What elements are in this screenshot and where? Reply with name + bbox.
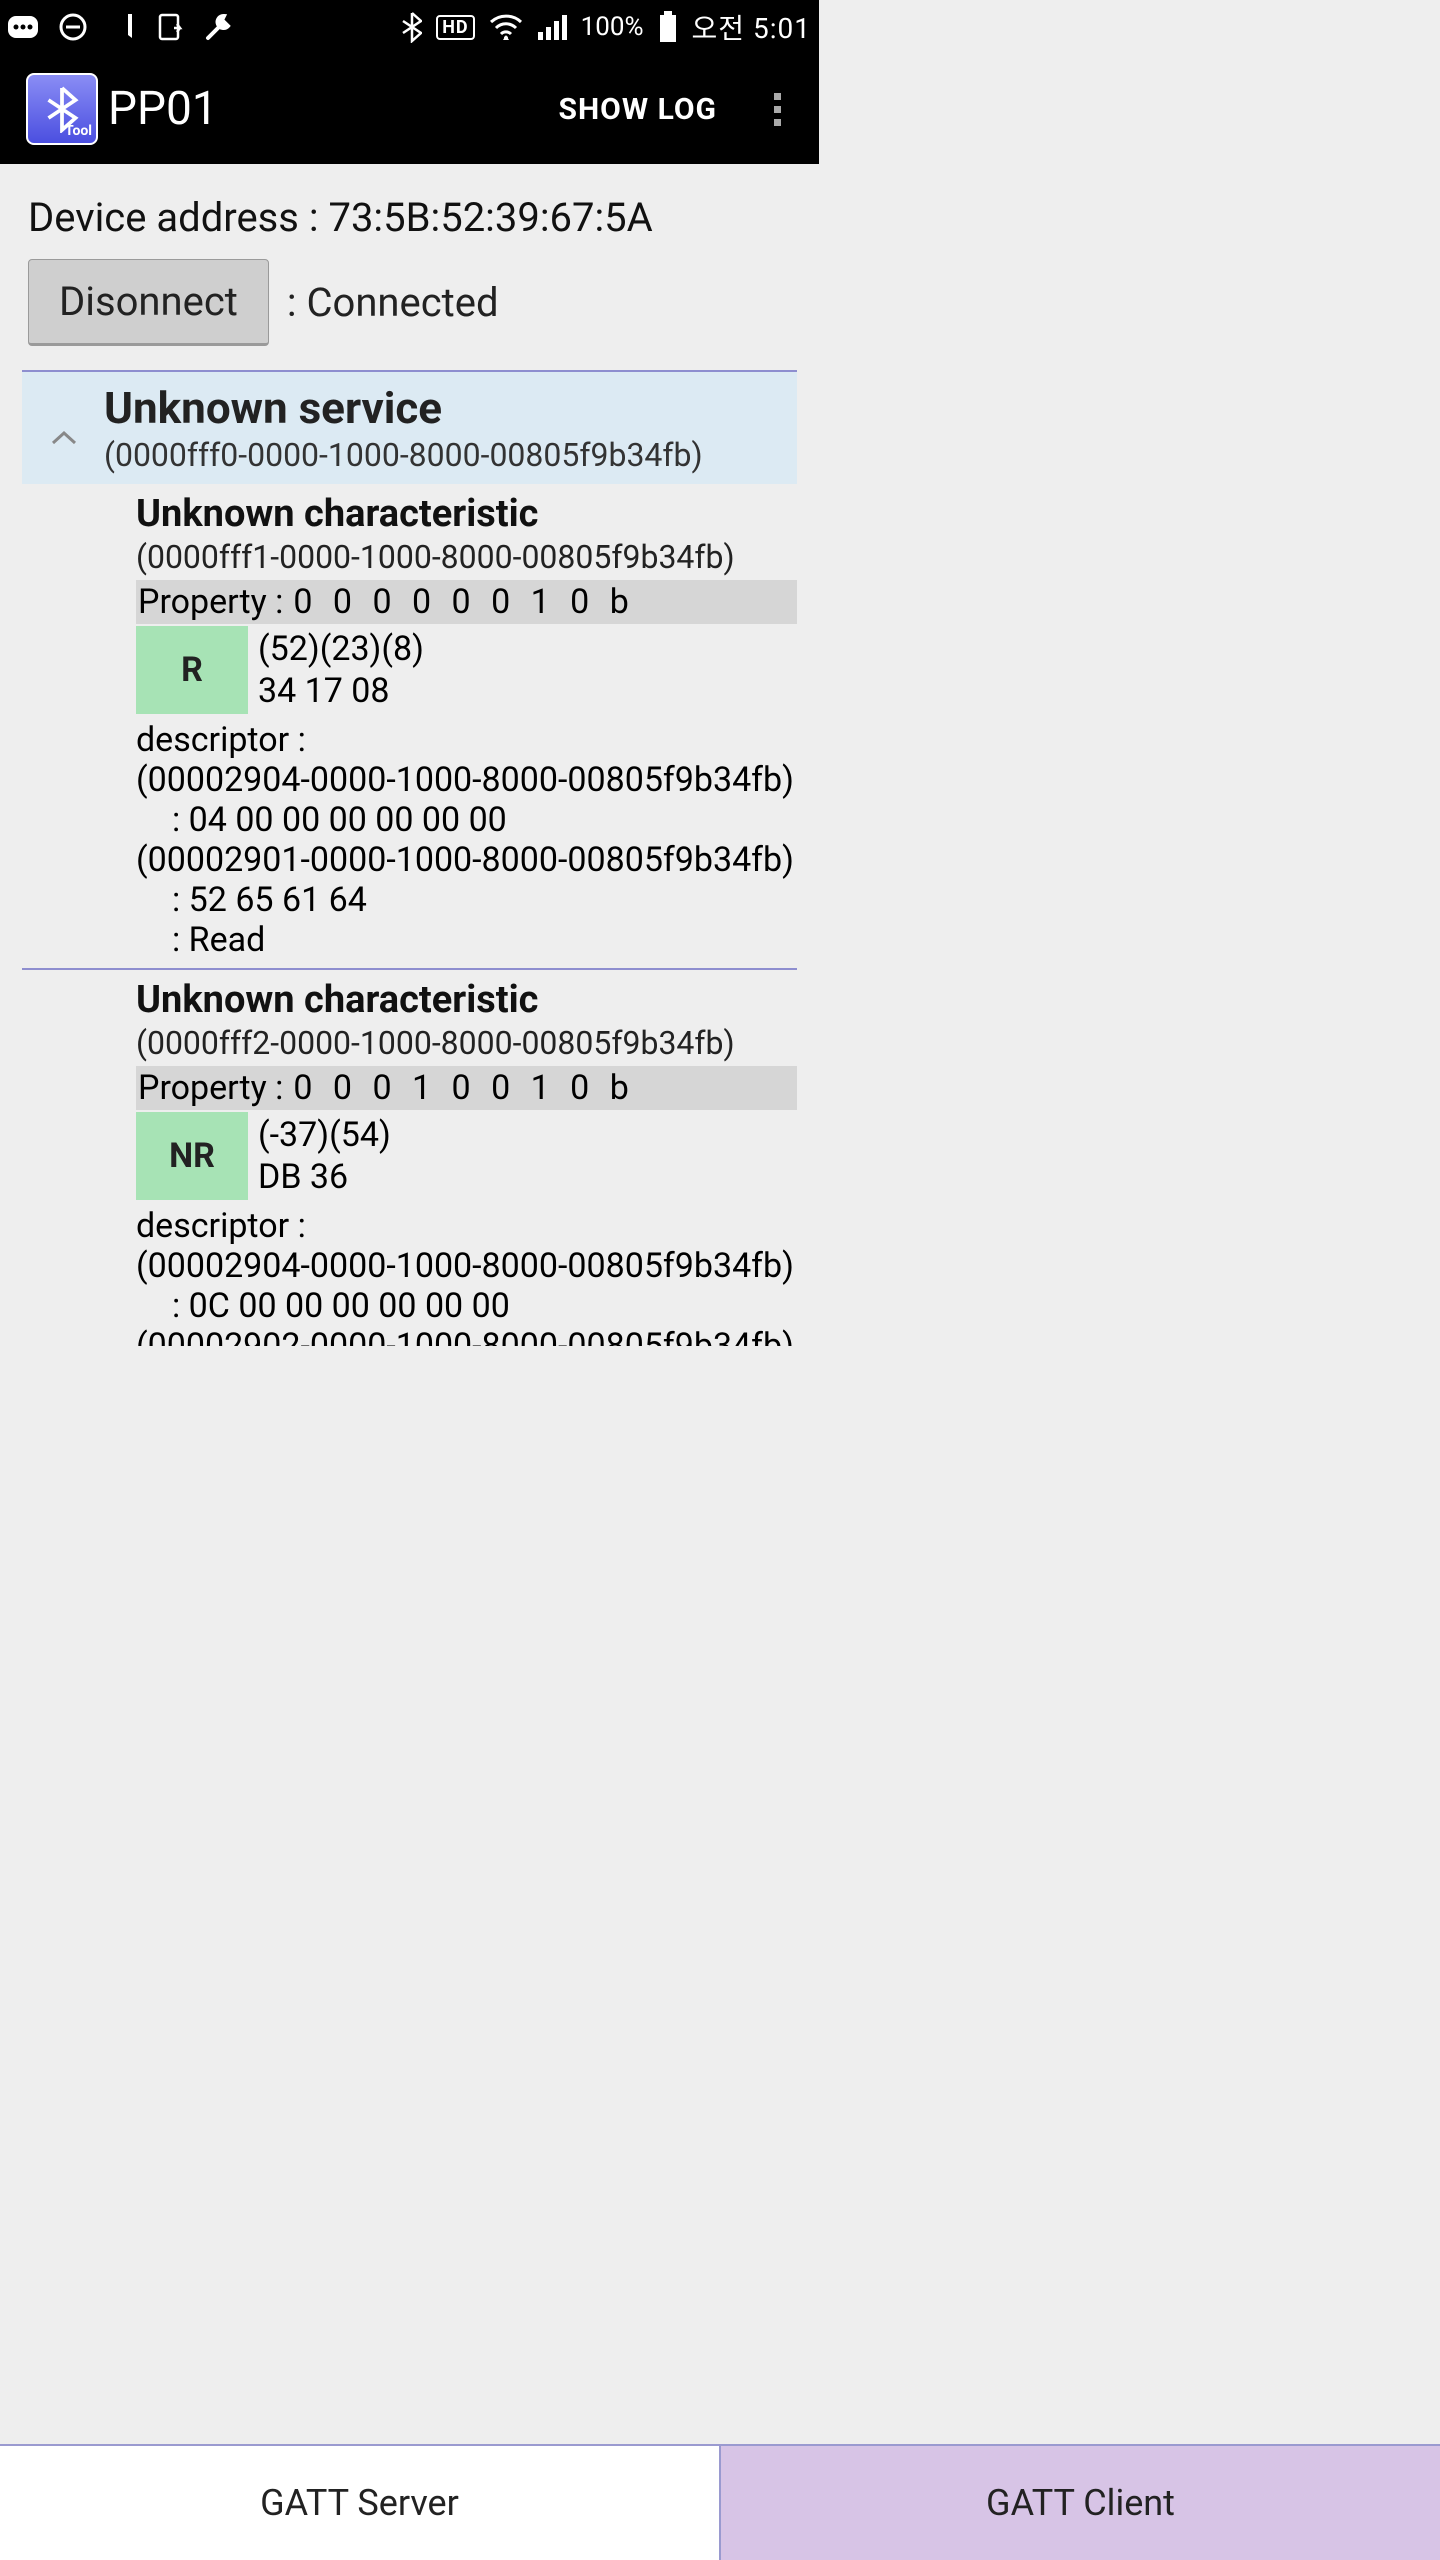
hd-icon: HD <box>436 15 474 40</box>
more-notifications-icon <box>8 16 38 38</box>
characteristic-row[interactable]: Unknown characteristic (0000fff2-0000-10… <box>22 970 797 1346</box>
service-name: Unknown service <box>104 382 703 434</box>
status-bar: S HD 100% 오전 5:01 <box>0 0 819 54</box>
service-row[interactable]: Unknown service (0000fff0-0000-1000-8000… <box>22 376 797 484</box>
descriptor-value: : 52 65 61 64 <box>136 880 797 920</box>
value-row: NR (-37)(54) DB 36 <box>136 1112 797 1200</box>
overflow-menu-icon[interactable] <box>753 93 801 126</box>
notify-read-badge[interactable]: NR <box>136 1112 248 1200</box>
characteristic-name: Unknown characteristic <box>136 492 797 536</box>
connection-row: Disonnect : Connected <box>0 259 819 370</box>
descriptor-block: descriptor : (00002904-0000-1000-8000-00… <box>136 1206 797 1346</box>
read-badge[interactable]: R <box>136 626 248 714</box>
wrench-icon <box>204 12 234 42</box>
characteristic-uuid: (0000fff2-0000-1000-8000-00805f9b34fb) <box>136 1024 797 1062</box>
descriptor-block: descriptor : (00002904-0000-1000-8000-00… <box>136 720 797 960</box>
property-label: Property : <box>138 1068 283 1108</box>
app-bar: Tool PP01 SHOW LOG <box>0 54 819 164</box>
battery-icon <box>658 11 678 43</box>
property-row: Property :0 0 0 0 0 0 1 0 b <box>136 580 797 624</box>
value-decoded: (52)(23)(8) <box>258 628 424 670</box>
value-decoded: (-37)(54) <box>258 1114 391 1156</box>
tab-gatt-server[interactable]: GATT Server <box>0 2446 719 2560</box>
content: Device address : 73:5B:52:39:67:5A Dison… <box>0 164 819 1346</box>
characteristic-uuid: (0000fff1-0000-1000-8000-00805f9b34fb) <box>136 538 797 576</box>
descriptor-label: descriptor : <box>136 720 797 760</box>
descriptor-value: : 0C 00 00 00 00 00 00 <box>136 1286 797 1326</box>
show-log-button[interactable]: SHOW LOG <box>559 92 717 127</box>
disconnect-button[interactable]: Disonnect <box>28 259 269 346</box>
wifi-icon <box>489 14 523 40</box>
descriptor-decoded: : Read <box>136 920 797 960</box>
clock: 오전 5:01 <box>692 7 811 47</box>
app-title: PP01 <box>108 82 218 136</box>
connection-status: : Connected <box>287 279 499 326</box>
descriptor-uuid: (00002901-0000-1000-8000-00805f9b34fb) <box>136 840 797 880</box>
chevron-up-icon[interactable] <box>44 402 84 474</box>
value-hex: DB 36 <box>258 1156 391 1198</box>
descriptor-uuid-partial: (00002902-0000-1000-8000-00805f9b34fb) <box>136 1326 797 1346</box>
descriptor-uuid: (00002904-0000-1000-8000-00805f9b34fb) <box>136 1246 797 1286</box>
property-bits: 0 0 0 0 0 0 1 0 b <box>293 582 634 622</box>
characteristic-row[interactable]: Unknown characteristic (0000fff1-0000-10… <box>22 484 797 970</box>
bluetooth-icon <box>402 11 422 43</box>
value-hex: 34 17 08 <box>258 670 424 712</box>
tab-gatt-client[interactable]: GATT Client <box>719 2446 1440 2560</box>
property-label: Property : <box>138 582 283 622</box>
value-row: R (52)(23)(8) 34 17 08 <box>136 626 797 714</box>
signal-icon <box>537 14 567 40</box>
service-list[interactable]: (00001800-0000-1000-8000-00805f9b34fb) U… <box>22 370 797 1346</box>
app-icon: Tool <box>26 73 98 145</box>
descriptor-uuid: (00002904-0000-1000-8000-00805f9b34fb) <box>136 760 797 800</box>
export-icon <box>156 12 184 42</box>
descriptor-label: descriptor : <box>136 1206 797 1246</box>
service-uuid: (0000fff0-0000-1000-8000-00805f9b34fb) <box>104 436 703 474</box>
bottom-tabs: GATT Server GATT Client <box>0 2444 1440 2560</box>
property-row: Property :0 0 0 1 0 0 1 0 b <box>136 1066 797 1110</box>
app-icon-label: Tool <box>65 123 92 139</box>
svg-text:S: S <box>115 17 125 36</box>
characteristic-name: Unknown characteristic <box>136 978 797 1022</box>
property-bits: 0 0 0 1 0 0 1 0 b <box>293 1068 634 1108</box>
do-not-disturb-icon <box>58 12 88 42</box>
device-address: Device address : 73:5B:52:39:67:5A <box>0 194 819 259</box>
app-s-icon: S <box>108 12 136 42</box>
battery-percent: 100% <box>581 12 644 42</box>
descriptor-value: : 04 00 00 00 00 00 00 <box>136 800 797 840</box>
